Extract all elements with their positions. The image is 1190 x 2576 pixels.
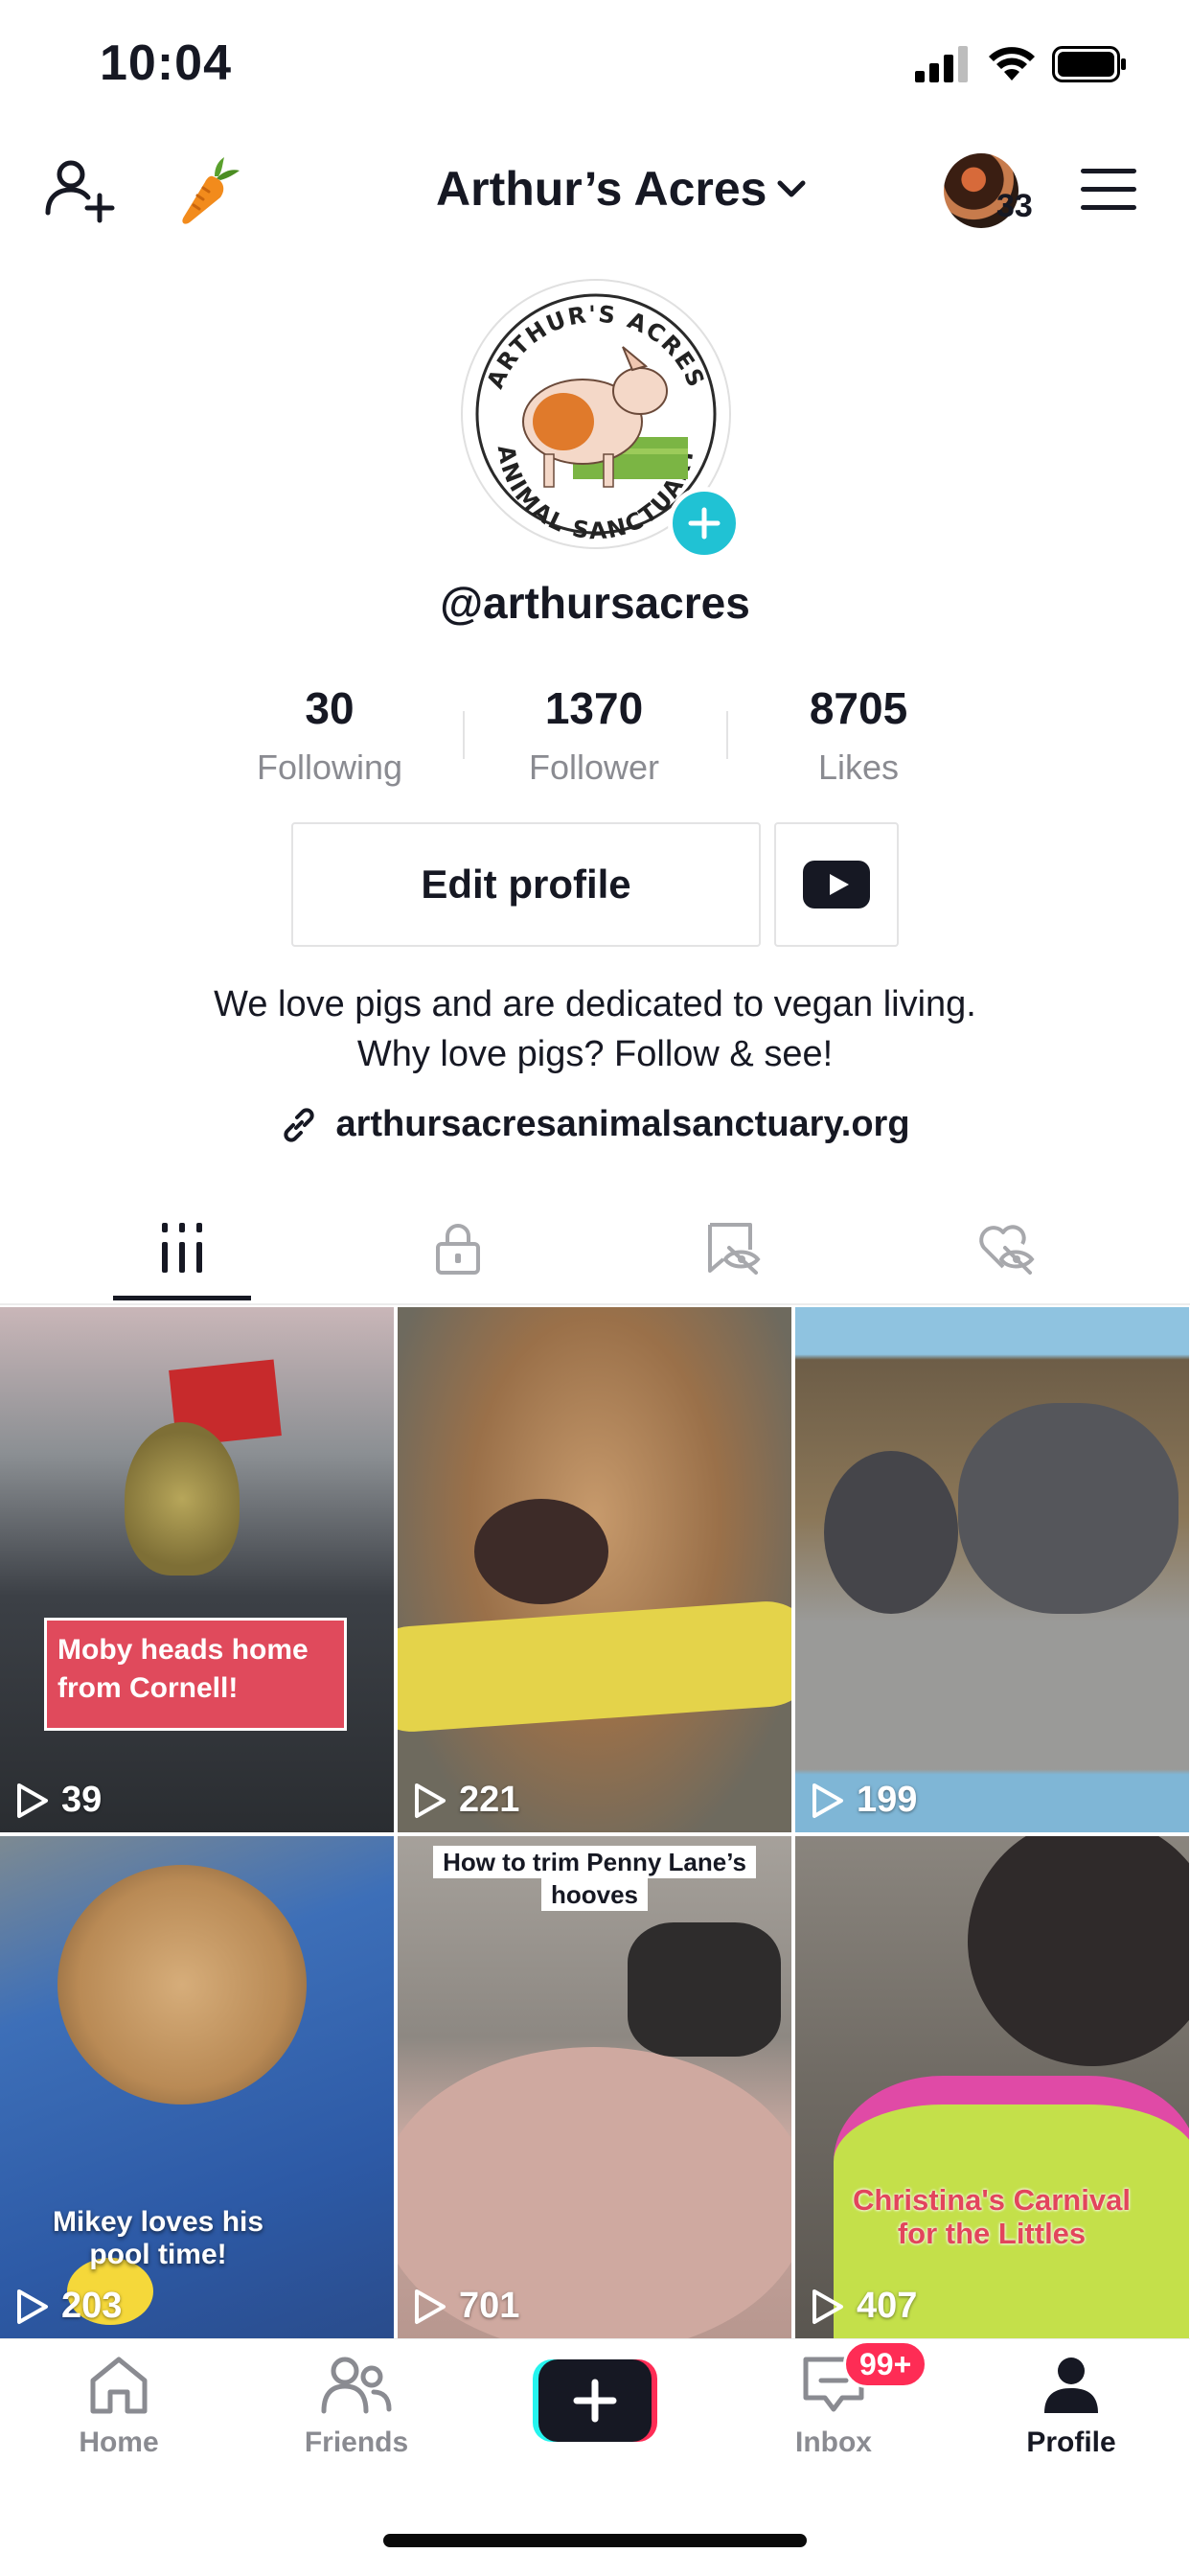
stat-followers-label: Follower	[528, 748, 660, 787]
avatar-count: 33	[996, 188, 1033, 224]
youtube-button[interactable]	[774, 822, 899, 947]
video-thumbnail[interactable]: How to trim Penny Lane’s hooves 701	[398, 1836, 791, 2338]
hidden-bookmark-icon	[708, 1223, 761, 1275]
tab-private[interactable]	[400, 1209, 515, 1286]
play-icon	[17, 1782, 48, 1818]
view-count-text: 199	[857, 1780, 918, 1820]
stat-following-value: 30	[305, 683, 355, 733]
wifi-icon	[989, 47, 1035, 80]
caption-text: How to trim Penny Lane’s hooves	[433, 1846, 756, 1911]
stat-following-label: Following	[256, 748, 403, 787]
view-count-text: 39	[61, 1780, 103, 1820]
tab-saved[interactable]	[675, 1209, 790, 1286]
stat-followers[interactable]: 1370 Follower	[479, 682, 709, 788]
play-icon	[17, 2288, 48, 2324]
youtube-icon	[803, 861, 870, 908]
account-name: Arthur’s Acres	[436, 162, 767, 216]
inbox-badge: 99+	[843, 2340, 928, 2388]
link-icon	[284, 1107, 315, 1142]
play-icon	[415, 2288, 446, 2324]
nav-profile-label: Profile	[1026, 2426, 1116, 2458]
stat-followers-value: 1370	[544, 683, 644, 733]
account-switcher[interactable]: Arthur’s Acres	[436, 161, 809, 217]
video-caption: Moby heads home from Cornell!	[57, 1634, 309, 1704]
stat-divider	[463, 711, 465, 759]
stat-likes-value: 8705	[809, 683, 908, 733]
video-thumbnail[interactable]: Moby heads home from Cornell! 39	[0, 1307, 394, 1832]
carrot-icon[interactable]	[169, 153, 245, 230]
bio: We love pigs and are dedicated to vegan …	[0, 979, 1190, 1079]
video-caption: Christina's Carnival for the Littles	[853, 2183, 1131, 2250]
play-icon	[812, 1782, 843, 1818]
tab-liked[interactable]	[949, 1209, 1064, 1286]
view-count-text: 221	[459, 1780, 520, 1820]
view-count: 39	[15, 1780, 102, 1821]
chevron-down-icon	[777, 180, 806, 197]
view-count-text: 407	[857, 2286, 918, 2326]
videos-grid-icon	[162, 1223, 202, 1273]
menu-icon[interactable]	[1077, 165, 1140, 215]
nav-friends-label: Friends	[304, 2426, 409, 2458]
stat-likes-label: Likes	[817, 748, 900, 787]
tab-videos[interactable]	[125, 1209, 240, 1286]
bio-line-1: We love pigs and are dedicated to vegan …	[214, 984, 976, 1024]
video-thumbnail[interactable]: Christina's Carnival for the Littles 407	[795, 1836, 1189, 2338]
bio-line-2: Why love pigs? Follow & see!	[356, 1034, 834, 1074]
view-count: 221	[413, 1780, 519, 1821]
active-tab-indicator	[113, 1296, 251, 1300]
stat-following[interactable]: 30 Following	[215, 682, 445, 788]
status-time: 10:04	[100, 35, 232, 91]
add-friend-icon[interactable]	[42, 153, 119, 230]
video-thumbnail[interactable]: 221	[398, 1307, 791, 1832]
website-link-text: arthursacresanimalsanctuary.org	[335, 1104, 910, 1144]
view-count-text: 701	[459, 2286, 520, 2326]
add-story-button[interactable]	[668, 487, 741, 560]
play-icon	[812, 2288, 843, 2324]
create-button[interactable]	[533, 2359, 657, 2442]
hidden-heart-icon	[979, 1225, 1035, 1275]
video-thumbnail[interactable]: 199	[795, 1307, 1189, 1832]
friends-icon	[321, 2357, 392, 2414]
profile-icon	[1044, 2358, 1098, 2413]
nav-home-label: Home	[79, 2426, 159, 2458]
lock-icon	[436, 1224, 480, 1275]
profile-handle: @arthursacres	[440, 578, 750, 628]
stat-divider	[726, 711, 728, 759]
view-count-text: 203	[61, 2286, 123, 2326]
view-count: 199	[811, 1780, 917, 1821]
cellular-signal-icon	[915, 46, 968, 82]
home-indicator	[383, 2534, 807, 2547]
plus-icon	[688, 507, 721, 540]
tabs-divider	[0, 1303, 1190, 1305]
view-count: 203	[15, 2286, 122, 2327]
view-count: 701	[413, 2286, 519, 2327]
stat-likes[interactable]: 8705 Likes	[744, 682, 973, 788]
home-icon	[90, 2357, 148, 2414]
nav-home[interactable]: Home	[23, 2354, 215, 2459]
edit-profile-button[interactable]: Edit profile	[291, 822, 761, 947]
video-thumbnail[interactable]: Mikey loves his pool time! 203	[0, 1836, 394, 2338]
website-link[interactable]: arthursacresanimalsanctuary.org	[0, 1104, 1190, 1145]
view-count: 407	[811, 2286, 917, 2327]
nav-inbox-label: Inbox	[795, 2426, 872, 2458]
video-caption: Mikey loves his pool time!	[52, 2206, 264, 2270]
play-icon	[415, 1782, 446, 1818]
battery-icon	[1052, 46, 1126, 82]
video-caption: How to trim Penny Lane’s hooves	[426, 1846, 763, 1911]
nav-friends[interactable]: Friends	[261, 2354, 452, 2459]
nav-profile[interactable]: Profile	[975, 2354, 1167, 2459]
